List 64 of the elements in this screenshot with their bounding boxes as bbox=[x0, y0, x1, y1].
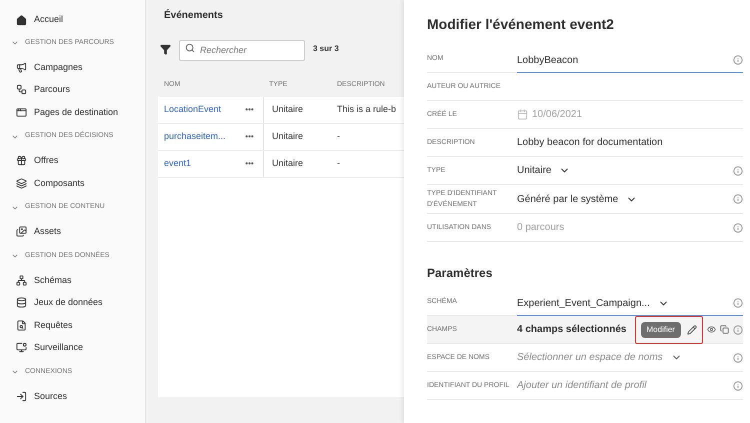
info-icon[interactable] bbox=[732, 380, 743, 390]
nav-item[interactable]: Assets bbox=[16, 220, 145, 243]
event-name-link[interactable]: LocationEvent bbox=[158, 103, 236, 117]
dropdown[interactable]: Généré par le système bbox=[517, 192, 638, 206]
monitor-icon bbox=[16, 342, 27, 354]
more-button[interactable]: ••• bbox=[236, 158, 263, 170]
info-icon[interactable] bbox=[732, 298, 743, 308]
copy-icon[interactable] bbox=[720, 325, 729, 334]
enter-icon bbox=[16, 390, 27, 402]
dropdown[interactable]: Unitaire bbox=[517, 163, 570, 178]
search-field[interactable]: Rechercher bbox=[179, 40, 305, 60]
gift-icon bbox=[16, 155, 27, 166]
panel-title: Modifier l'événement event2 bbox=[427, 15, 615, 34]
nav-item[interactable]: Campagnes bbox=[16, 56, 145, 78]
info-icon[interactable] bbox=[732, 194, 743, 204]
info-icon[interactable] bbox=[732, 352, 743, 362]
images-icon bbox=[16, 226, 27, 238]
field-value: 4 champs sélectionnés bbox=[517, 323, 626, 337]
result-count: 3 sur 3 bbox=[313, 43, 339, 55]
info-icon[interactable] bbox=[732, 324, 743, 334]
nav-item[interactable]: Parcours bbox=[16, 78, 145, 101]
dropdown[interactable]: Experient_Event_Campaign... bbox=[517, 296, 669, 310]
field-value[interactable]: Lobby beacon for documentation bbox=[517, 135, 663, 150]
table-cell: Unitaire bbox=[263, 151, 331, 177]
event-name-link[interactable]: event1 bbox=[158, 157, 236, 171]
panel-title: Événements bbox=[164, 8, 224, 23]
section-title: Paramètres bbox=[427, 265, 494, 282]
search-icon bbox=[185, 42, 195, 52]
more-button[interactable]: ••• bbox=[236, 104, 263, 116]
info-icon[interactable] bbox=[732, 166, 743, 176]
nav-item[interactable]: Accueil bbox=[16, 10, 145, 30]
layers-icon bbox=[16, 178, 27, 189]
filter-icon[interactable] bbox=[160, 44, 171, 54]
nav-item[interactable]: Surveillance bbox=[16, 336, 145, 359]
workflow-icon bbox=[16, 84, 27, 96]
info-icon[interactable] bbox=[732, 222, 743, 232]
event-name-link[interactable]: purchaseitem... bbox=[158, 130, 236, 144]
table-cell-text: - bbox=[336, 157, 340, 170]
more-button[interactable]: ••• bbox=[236, 131, 263, 143]
nav-item[interactable]: Schémas bbox=[16, 269, 145, 292]
file-search-icon bbox=[16, 320, 27, 331]
nav-item[interactable]: Offres bbox=[16, 150, 145, 172]
nav-item[interactable]: Pages de destination bbox=[16, 101, 145, 124]
table-cell-text: - bbox=[336, 130, 340, 144]
table-cell: Unitaire bbox=[263, 124, 331, 150]
info-icon[interactable] bbox=[732, 55, 743, 65]
network-icon bbox=[16, 274, 27, 286]
nav-item[interactable]: Jeux de données bbox=[16, 292, 145, 314]
field-value: 0 parcours bbox=[517, 221, 564, 235]
tooltip: Modifier bbox=[640, 322, 681, 338]
database-icon bbox=[16, 297, 27, 308]
field-value[interactable]: LobbyBeacon bbox=[517, 52, 578, 68]
calendar-icon bbox=[517, 109, 528, 120]
table-cell-text: This is a rule-b bbox=[336, 103, 396, 116]
nav-item[interactable]: Requêtes bbox=[16, 314, 145, 336]
home-icon bbox=[16, 14, 27, 26]
eye-icon[interactable] bbox=[706, 325, 716, 334]
edit-icon[interactable] bbox=[686, 324, 697, 334]
table-cell: Unitaire bbox=[263, 97, 331, 123]
nav-item[interactable]: Composants bbox=[16, 172, 145, 194]
window-icon bbox=[16, 106, 27, 118]
field-value: 10/06/2021 bbox=[532, 108, 582, 122]
nav-item[interactable]: Sources bbox=[16, 385, 145, 408]
megaphone-icon bbox=[16, 62, 27, 73]
